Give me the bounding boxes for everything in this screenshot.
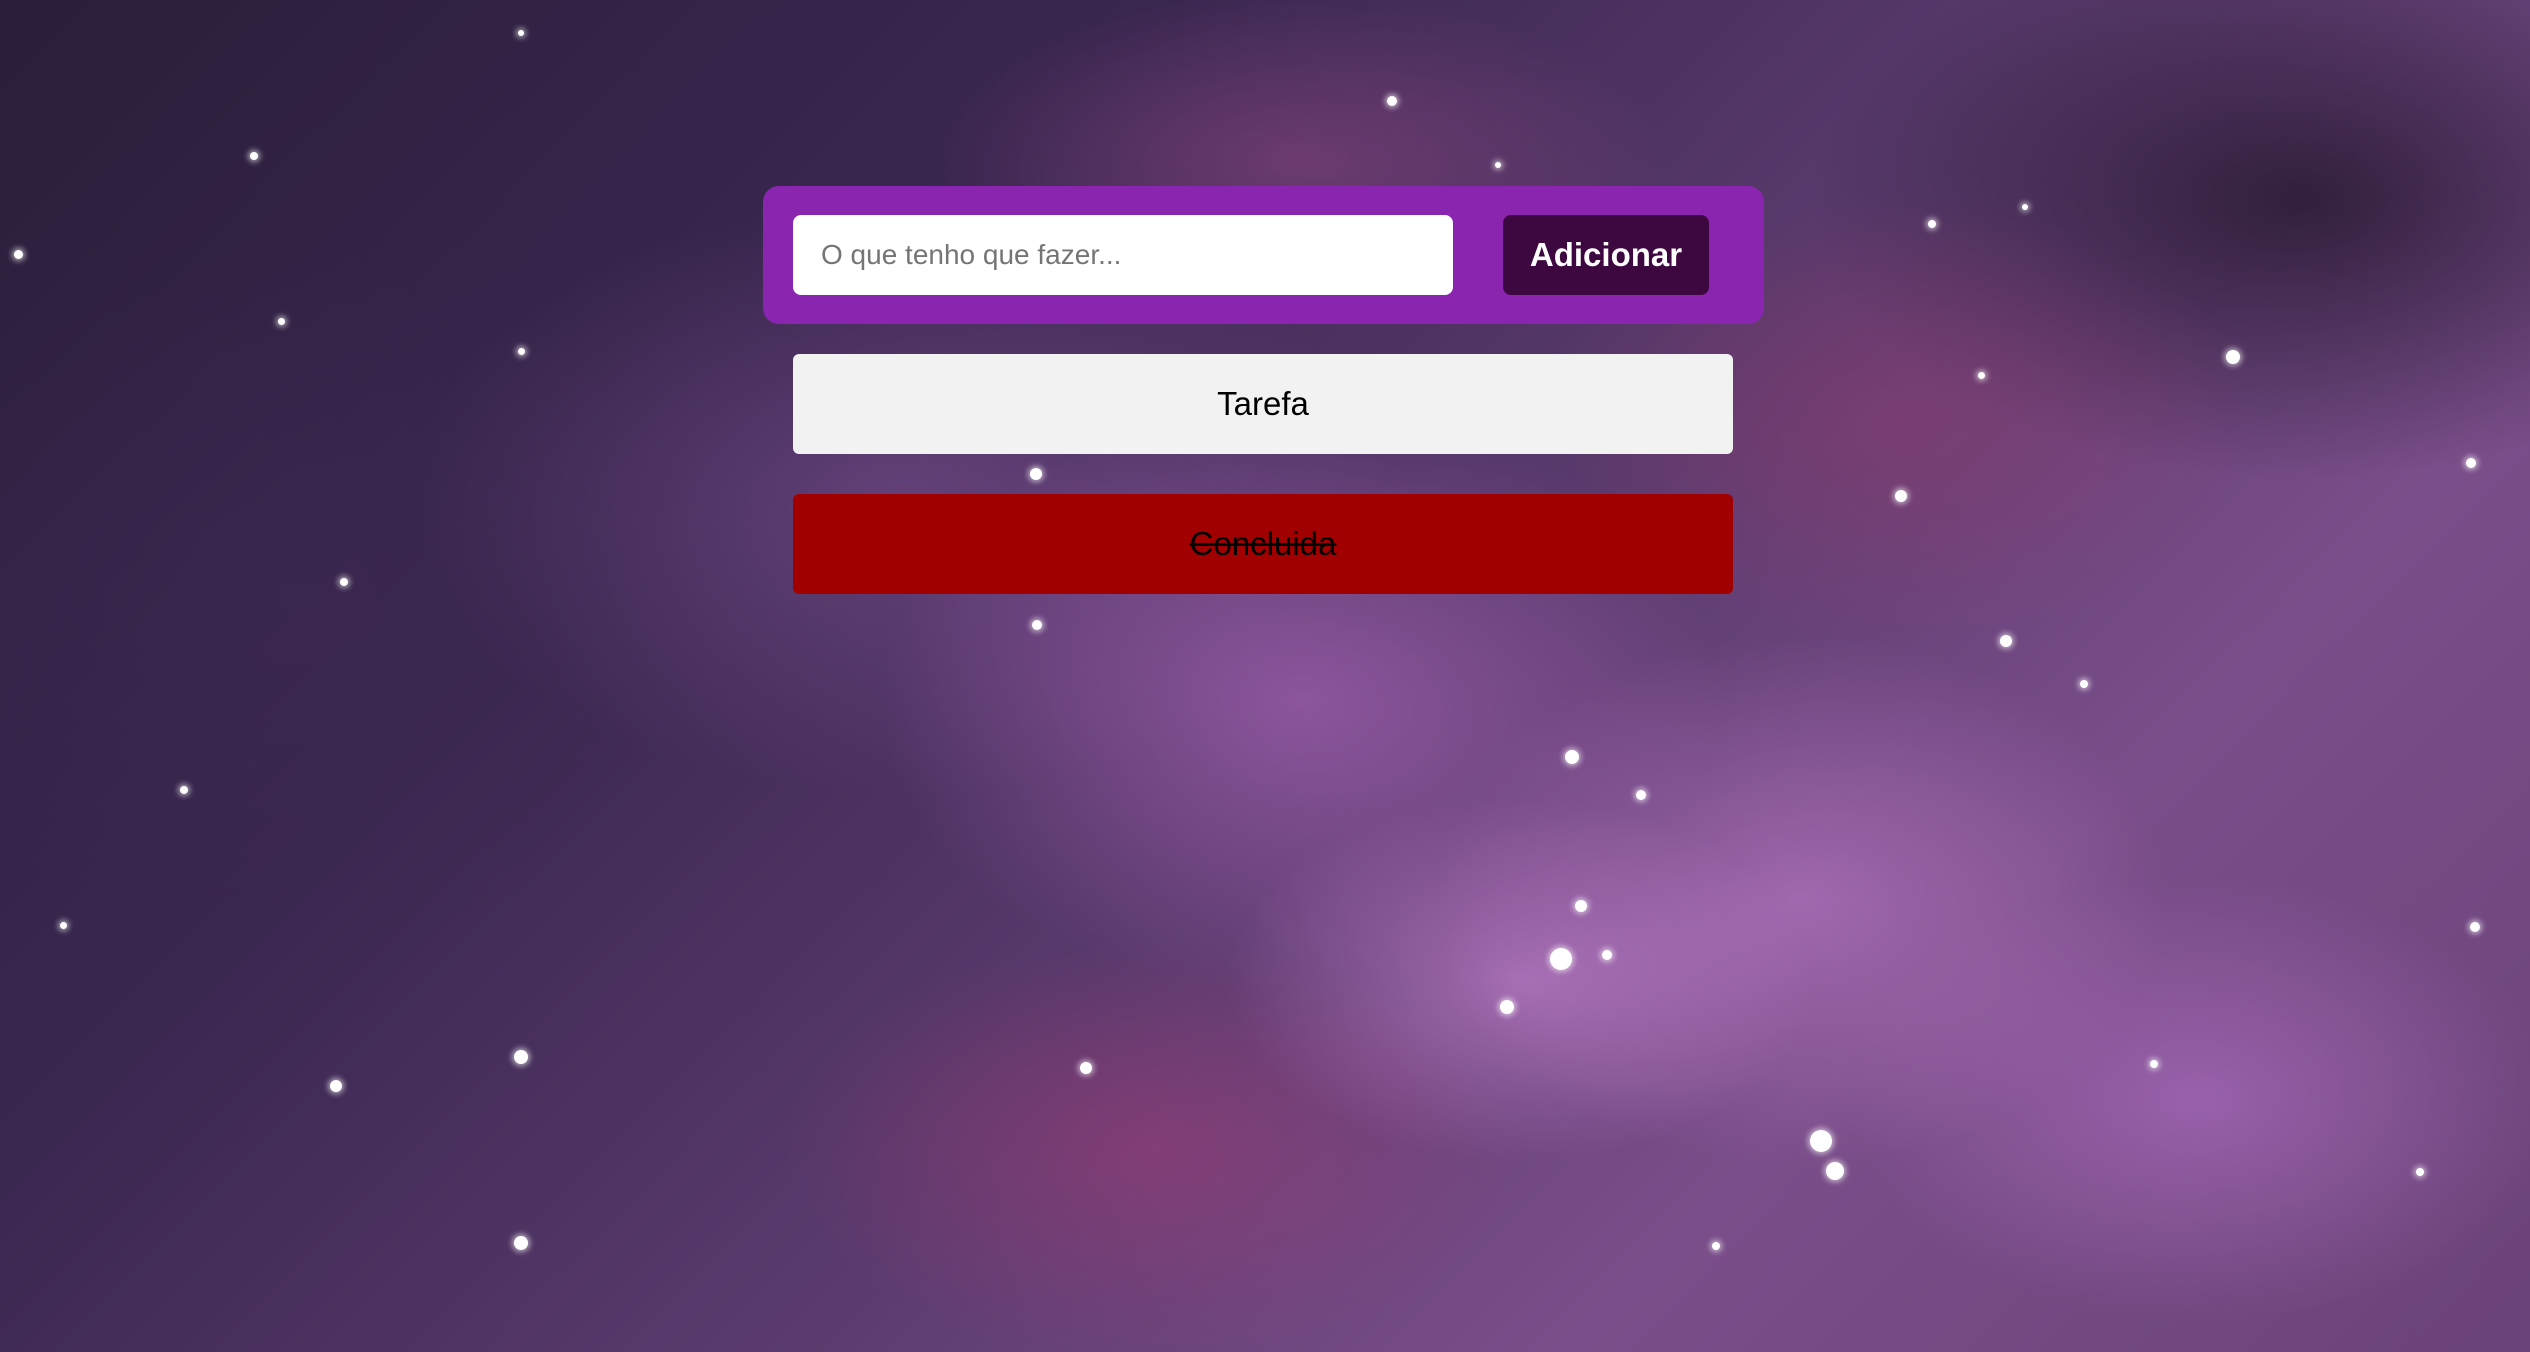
star: [180, 786, 188, 794]
star: [518, 348, 525, 355]
star: [2416, 1168, 2424, 1176]
star: [1575, 900, 1587, 912]
task-item-pending[interactable]: Tarefa: [793, 354, 1733, 454]
star: [278, 318, 285, 325]
star: [2022, 204, 2028, 210]
star: [2080, 680, 2088, 688]
star: [250, 152, 258, 160]
star: [14, 250, 23, 259]
add-task-form: Adicionar: [763, 186, 1764, 324]
star: [1495, 162, 1501, 168]
star: [2470, 922, 2480, 932]
star: [1928, 220, 1936, 228]
star: [514, 1236, 528, 1250]
star: [2226, 350, 2240, 364]
star: [1712, 1242, 1720, 1250]
star: [1500, 1000, 1514, 1014]
task-item-completed[interactable]: Concluida: [793, 494, 1733, 594]
star: [2466, 458, 2476, 468]
star: [1080, 1062, 1092, 1074]
add-button[interactable]: Adicionar: [1503, 215, 1709, 295]
task-list: Tarefa Concluida: [793, 354, 1733, 594]
star: [340, 578, 348, 586]
star: [1387, 96, 1397, 106]
star: [1565, 750, 1579, 764]
task-input[interactable]: [793, 215, 1453, 295]
star: [2000, 635, 2012, 647]
star: [1550, 948, 1572, 970]
star: [2150, 1060, 2158, 1068]
star: [1978, 372, 1985, 379]
star: [518, 30, 524, 36]
star: [1895, 490, 1907, 502]
star: [60, 922, 67, 929]
todo-app: Adicionar Tarefa Concluida: [763, 186, 1764, 634]
star: [514, 1050, 528, 1064]
star: [1636, 790, 1646, 800]
star: [1826, 1162, 1844, 1180]
star: [1810, 1130, 1832, 1152]
star: [1602, 950, 1612, 960]
star: [330, 1080, 342, 1092]
